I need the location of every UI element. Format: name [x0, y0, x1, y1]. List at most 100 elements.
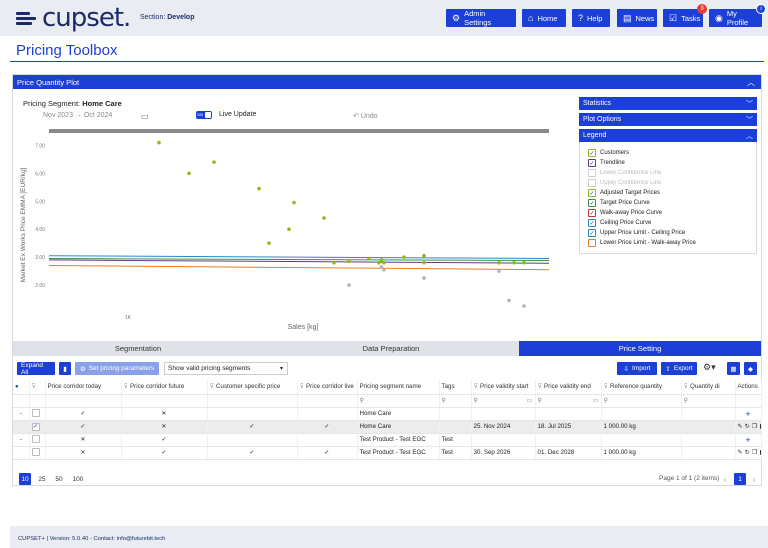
expand-all-button[interactable]: Expand All [17, 362, 55, 376]
column-header[interactable]: Tags [439, 380, 472, 395]
add-icon[interactable]: + [745, 435, 750, 445]
page-size-option[interactable]: 50 [53, 473, 65, 485]
column-header[interactable]: ⊽ Reference quantity [601, 380, 682, 395]
my-profile-button[interactable]: ◉ My Profile i [709, 4, 766, 27]
table-row[interactable]: - ✕ ✓ Test Product - Test EGC Test + [13, 433, 762, 447]
date-filter-cell[interactable]: ⚲ ▭ [535, 394, 602, 408]
tasks-button[interactable]: ☑ Tasks 3 [663, 4, 707, 27]
refresh-icon[interactable]: ↻ [745, 449, 752, 456]
data-point[interactable] [267, 241, 271, 245]
legend-checkbox[interactable] [588, 179, 596, 187]
checkbox[interactable]: ✓ [31, 422, 40, 431]
page-size-option[interactable]: 10 [19, 473, 31, 485]
legend-item[interactable]: ✓ Walk-away Price Curve [588, 208, 756, 218]
column-header[interactable]: ⊽ Price corridor future [121, 380, 208, 395]
page-size-option[interactable]: 100 [70, 473, 86, 485]
actions-cell[interactable]: ✎↻❐▮ [735, 446, 762, 460]
search-icon[interactable]: ⚲ [439, 394, 472, 408]
legend-item[interactable]: Lower Confidence Line [588, 168, 756, 178]
column-header[interactable]: ⊽ Quantity di [681, 380, 736, 395]
expand-toggle[interactable]: - [13, 407, 30, 421]
row-checkbox[interactable]: ✓ [29, 420, 46, 434]
data-point[interactable] [497, 269, 501, 273]
column-header[interactable]: ⊽ Price validity start [471, 380, 536, 395]
expand-toggle[interactable] [13, 420, 30, 434]
legend-item[interactable]: ✓ Trendline [588, 158, 756, 168]
data-point[interactable] [512, 260, 516, 265]
segment-filter-select[interactable]: Show valid pricing segments ▾ [164, 362, 288, 375]
chevron-up-icon[interactable]: ︿ [747, 77, 755, 88]
legend-checkbox[interactable] [588, 239, 596, 247]
page-size-option[interactable]: 25 [36, 473, 48, 485]
admin-settings-button[interactable]: ⚙ Admin Settings [446, 9, 516, 27]
legend-checkbox[interactable]: ✓ [588, 159, 596, 167]
column-chooser-button[interactable]: ▦ [727, 362, 740, 375]
add-icon[interactable]: + [745, 409, 750, 419]
data-point[interactable] [287, 227, 291, 231]
legend-checkbox[interactable]: ✓ [588, 149, 596, 157]
row-checkbox[interactable] [29, 407, 46, 421]
data-point[interactable] [187, 171, 191, 176]
data-point[interactable] [422, 260, 426, 265]
actions-cell[interactable]: + [735, 407, 762, 421]
data-point[interactable] [292, 200, 296, 205]
checkbox[interactable] [31, 447, 40, 456]
tab-segmentation[interactable]: Segmentation [13, 341, 263, 356]
data-point[interactable] [497, 260, 501, 265]
date-range-input[interactable]: Nov 2023 → Oct 2024 [43, 112, 112, 119]
data-point[interactable] [367, 256, 371, 261]
column-header[interactable]: ⊽ Price validity end [535, 380, 602, 395]
data-point[interactable] [377, 260, 381, 265]
statistics-accordion[interactable]: Statistics ﹀ [579, 97, 757, 110]
legend-item[interactable]: ✓ Adjusted Target Prices [588, 188, 756, 198]
search-icon[interactable]: ⚲ [681, 394, 736, 408]
actions-cell[interactable]: + [735, 433, 762, 447]
legend-item[interactable]: ✓ Customers [588, 148, 756, 158]
data-point[interactable] [322, 216, 326, 220]
pencil-icon[interactable]: ✎ [738, 449, 745, 456]
column-header[interactable]: ⊽ Customer specific price [207, 380, 298, 395]
tab-price-setting[interactable]: Price Setting [519, 341, 761, 356]
legend-checkbox[interactable]: ✓ [588, 189, 596, 197]
legend-checkbox[interactable] [588, 169, 596, 177]
legend-item[interactable]: ✓ Target Price Curve [588, 198, 756, 208]
data-point[interactable] [379, 265, 384, 269]
legend-checkbox[interactable]: ✓ [588, 209, 596, 217]
table-row[interactable]: - ✓ ✕ Home Care + [13, 407, 762, 421]
data-point[interactable] [422, 253, 426, 258]
panel-header[interactable]: Price Quantity Plot ︿ [13, 75, 761, 89]
legend-checkbox[interactable]: ✓ [588, 199, 596, 207]
table-row[interactable]: ✕ ✓ ✓ ✓ Test Product - Test EGC Test 30. Sep 2… [13, 446, 762, 460]
legend-checkbox[interactable]: ✓ [588, 229, 596, 237]
column-header[interactable]: Price corridor today [45, 380, 122, 395]
table-row[interactable]: ✓ ✓ ✕ ✓ ✓ Home Care 25. Nov 2024 18. Jul 2025 1 … [13, 420, 762, 434]
legend-item[interactable]: Upper Confidence Line [588, 178, 756, 188]
data-point[interactable] [347, 283, 351, 287]
legend-item[interactable]: Lower Price Limit - Walk-away Price [588, 238, 756, 248]
next-page-icon[interactable]: › [748, 473, 760, 485]
export-button[interactable]: ⇧ Export [661, 362, 697, 375]
data-point[interactable] [257, 186, 261, 191]
data-point[interactable] [522, 304, 526, 308]
data-point[interactable] [382, 260, 386, 265]
column-filter-icon[interactable]: ⊽ [29, 380, 46, 395]
delete-button[interactable]: ▮ [59, 362, 71, 375]
data-point[interactable] [347, 259, 351, 264]
column-header[interactable]: ⊽ Price corridor live [297, 380, 358, 395]
row-checkbox[interactable] [29, 446, 46, 460]
import-button[interactable]: ⇩ Import [617, 362, 657, 375]
checkbox[interactable] [31, 408, 40, 417]
clear-filter-button[interactable]: ◆ [744, 362, 757, 375]
search-icon[interactable]: ⚲ [357, 394, 440, 408]
data-point[interactable] [332, 260, 336, 265]
tab-data-preparation[interactable]: Data Preparation [263, 341, 519, 356]
legend-item[interactable]: ✓ Upper Price Limit - Ceiling Price [588, 228, 756, 238]
checkbox[interactable] [31, 434, 40, 443]
help-button[interactable]: ? Help [572, 9, 610, 27]
trash-icon[interactable]: ▮ [759, 423, 760, 430]
data-point[interactable] [402, 255, 406, 259]
column-header[interactable]: Pricing segment name [357, 380, 440, 395]
calendar-icon[interactable]: ▭ [141, 112, 149, 121]
trash-icon[interactable]: ▮ [759, 449, 760, 456]
pencil-icon[interactable]: ✎ [738, 423, 745, 430]
